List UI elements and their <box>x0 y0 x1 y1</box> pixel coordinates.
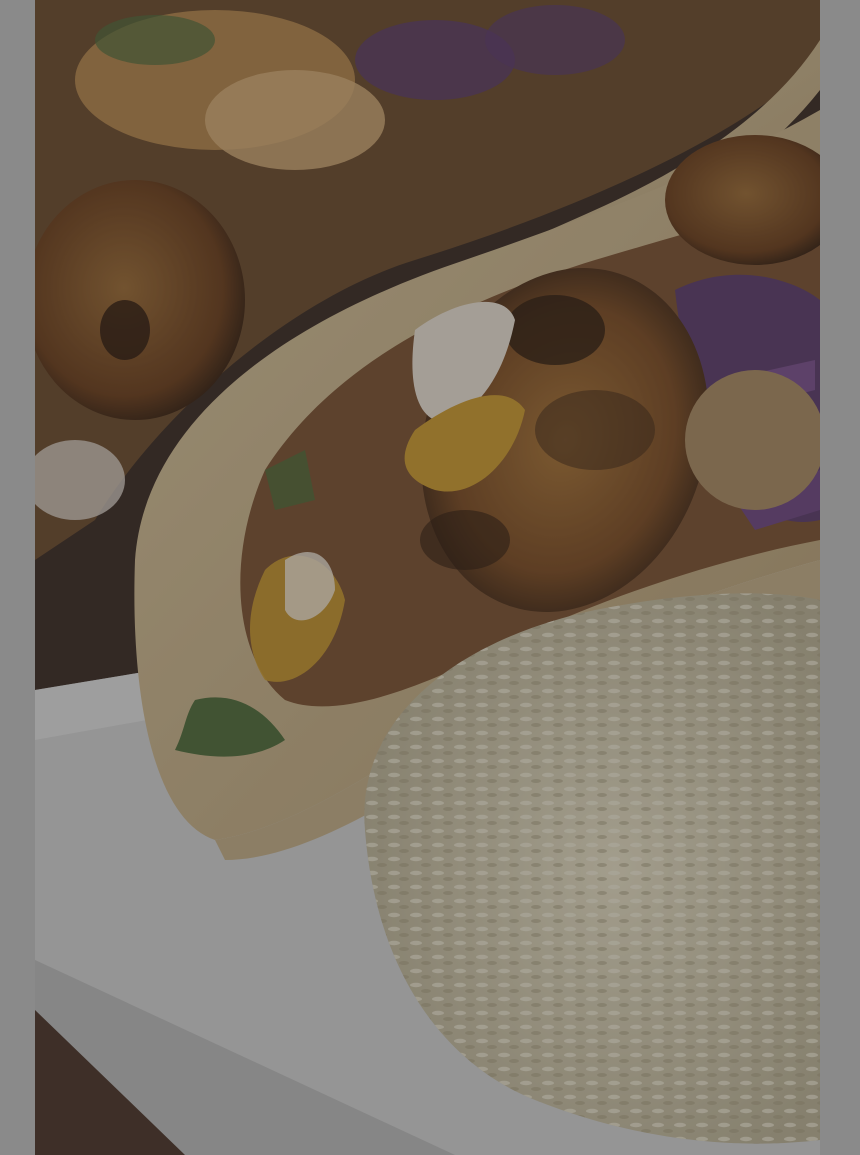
fish-lower-right <box>685 370 820 510</box>
page <box>0 0 860 1155</box>
food-photo-illustration <box>35 0 820 1155</box>
food-photo <box>35 0 820 1155</box>
back-fish <box>35 180 245 420</box>
